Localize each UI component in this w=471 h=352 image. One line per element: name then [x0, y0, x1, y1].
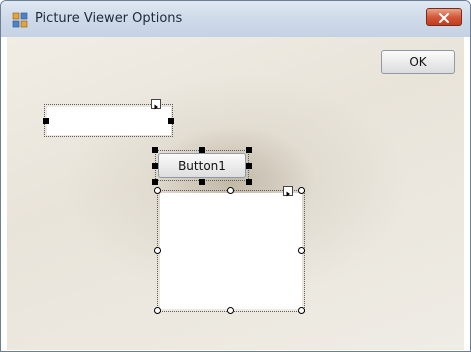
smart-tag-arrow-icon	[285, 182, 291, 201]
form-app-icon	[12, 12, 28, 28]
close-button[interactable]	[426, 8, 462, 26]
resize-handle-n[interactable]	[199, 147, 205, 153]
ok-button[interactable]: OK	[381, 50, 455, 74]
button1-control[interactable]: Button1	[158, 153, 246, 178]
resize-handle-s[interactable]	[199, 179, 205, 185]
resize-handle-ne[interactable]	[246, 147, 252, 153]
resize-handle-nw[interactable]	[154, 187, 161, 194]
resize-handle-left[interactable]	[43, 118, 49, 124]
textbox-smart-tag[interactable]	[151, 99, 161, 109]
close-icon	[438, 8, 450, 27]
resize-handle-sw[interactable]	[154, 307, 161, 314]
resize-handle-s[interactable]	[227, 307, 234, 314]
resize-handle-e[interactable]	[246, 163, 252, 169]
resize-handle-se[interactable]	[246, 179, 252, 185]
title-bar[interactable]: Picture Viewer Options	[1, 1, 470, 37]
resize-handle-w[interactable]	[154, 247, 161, 254]
resize-handle-se[interactable]	[298, 307, 305, 314]
resize-handle-n[interactable]	[227, 187, 234, 194]
resize-handle-w[interactable]	[152, 163, 158, 169]
resize-handle-right[interactable]	[168, 118, 174, 124]
resize-handle-ne[interactable]	[298, 187, 305, 194]
window-title: Picture Viewer Options	[35, 11, 183, 26]
resize-handle-sw[interactable]	[152, 179, 158, 185]
resize-handle-e[interactable]	[298, 247, 305, 254]
picture-viewer-options-window: Picture Viewer Options OK Button1	[0, 0, 471, 352]
resize-handle-nw[interactable]	[152, 147, 158, 153]
smart-tag-arrow-icon	[153, 95, 159, 114]
form-design-surface[interactable]: OK Button1	[7, 37, 464, 350]
picture-box-control[interactable]	[160, 193, 302, 309]
picturebox-smart-tag[interactable]	[283, 186, 293, 196]
